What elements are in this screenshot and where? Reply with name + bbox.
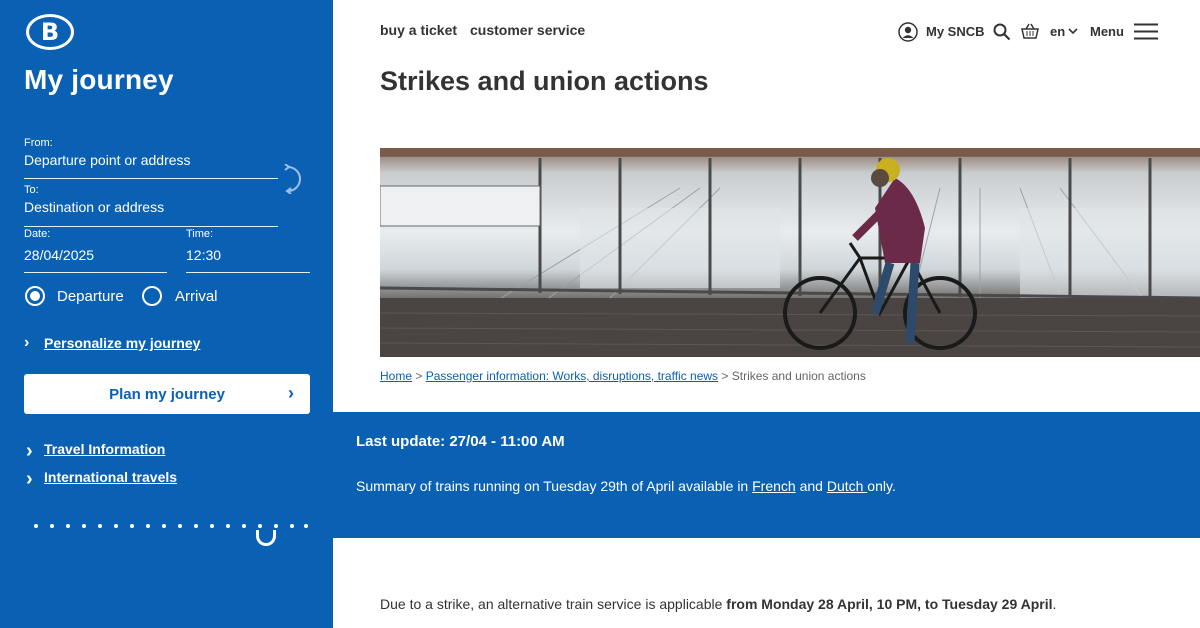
time-label: Time: [186,228,214,240]
chevron-right-icon: › [24,334,30,351]
departure-radio[interactable] [25,286,45,306]
notice-text-part: Due to a strike, an alternative train se… [380,596,727,612]
to-label: To: [24,184,39,196]
time-input[interactable]: 12:30 [186,247,221,263]
chevron-right-icon: › [26,440,33,462]
swap-icon[interactable] [280,164,302,194]
page-title: Strikes and union actions [380,66,709,96]
my-sncb-link[interactable]: My SNCB [926,24,985,39]
breadcrumb-separator: > [718,369,732,383]
from-input[interactable]: Departure point or address [24,152,191,168]
departure-radio-label[interactable]: Departure [57,288,124,305]
notice-text-part: . [1052,596,1057,612]
chevron-right-icon: › [288,383,294,403]
to-input[interactable]: Destination or address [24,199,164,215]
journey-planner-sidebar: B My journey From: Departure point or ad… [0,0,333,628]
update-text-part: and [795,478,827,494]
hamburger-menu-icon[interactable] [1134,23,1158,40]
from-label: From: [24,137,53,149]
basket-icon[interactable] [1021,23,1039,40]
chevron-right-icon: › [26,468,33,490]
breadcrumb-home-link[interactable]: Home [380,369,412,383]
to-underline [24,226,278,227]
update-text-part: Summary of trains running on Tuesday 29t… [356,478,753,494]
arrival-radio[interactable] [142,286,162,306]
notice-date-range: from Monday 28 April, 10 PM, to Tuesday … [726,596,1053,612]
date-underline [24,272,167,273]
french-link[interactable]: French [752,478,796,494]
breadcrumb: Home > Passenger information: Works, dis… [380,369,866,383]
breadcrumb-current: Strikes and union actions [731,369,866,383]
hero-image-cyclist-station [380,148,1200,357]
breadcrumb-passenger-info-link[interactable]: Passenger information: Works, disruption… [426,369,718,383]
international-travels-link[interactable]: International travels [44,469,177,485]
update-text-part: only. [867,478,896,494]
buy-ticket-link[interactable]: buy a ticket [380,22,457,38]
sidebar-title: My journey [24,64,174,95]
strike-notice-paragraph: Due to a strike, an alternative train se… [380,596,1056,612]
from-underline [24,178,278,179]
date-input[interactable]: 28/04/2025 [24,247,94,263]
search-icon[interactable] [993,23,1011,41]
menu-label[interactable]: Menu [1090,24,1124,39]
chevron-down-icon[interactable] [1068,28,1078,35]
time-underline [186,272,310,273]
last-update-title: Last update: 27/04 - 11:00 AM [356,433,565,450]
sncb-logo[interactable]: B [26,14,74,50]
plan-journey-label: Plan my journey [109,385,225,403]
plan-journey-button[interactable]: Plan my journey › [24,374,310,414]
last-update-text: Summary of trains running on Tuesday 29t… [356,478,896,494]
customer-service-link[interactable]: customer service [470,22,585,38]
personalize-journey-link[interactable]: Personalize my journey [44,335,200,351]
user-icon[interactable] [898,22,918,42]
arrival-radio-label[interactable]: Arrival [175,288,218,305]
logo-letter: B [40,18,60,46]
language-select[interactable]: en [1050,24,1065,39]
date-label: Date: [24,228,51,240]
dutch-link[interactable]: Dutch [827,478,867,494]
last-update-banner: Last update: 27/04 - 11:00 AM Summary of… [333,412,1200,538]
smile-icon [256,530,276,546]
breadcrumb-separator: > [412,369,426,383]
travel-information-link[interactable]: Travel Information [44,441,165,457]
